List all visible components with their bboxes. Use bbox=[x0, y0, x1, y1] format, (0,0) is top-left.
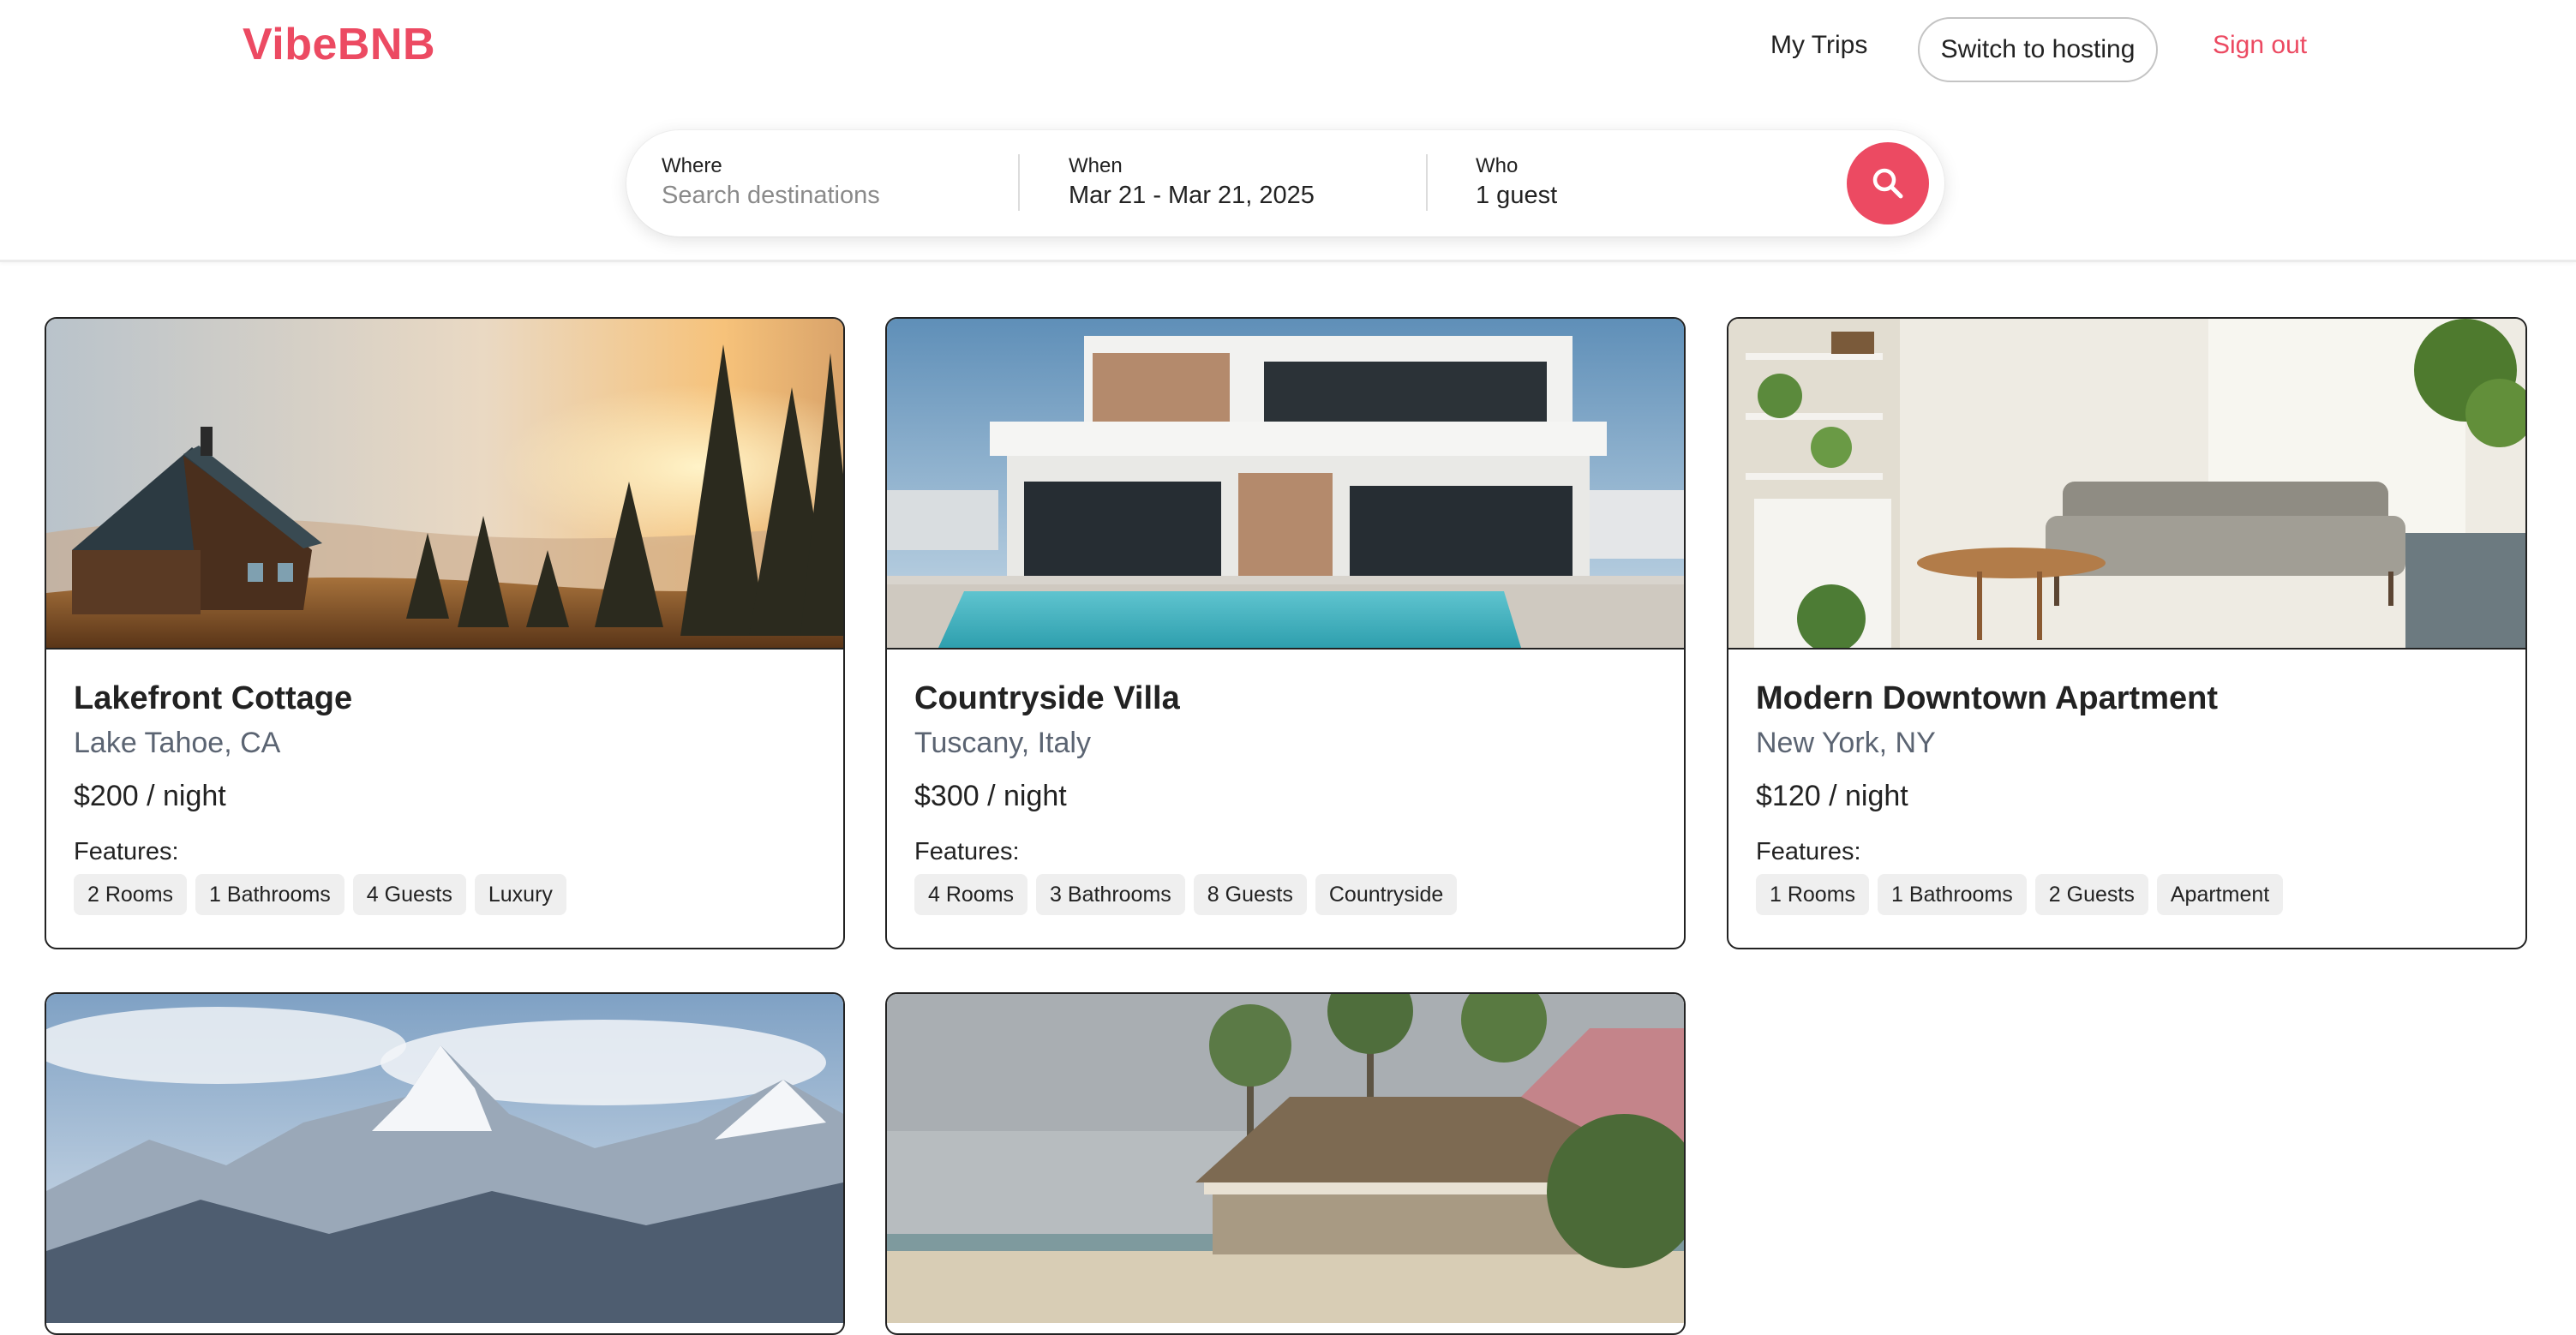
listing-card[interactable] bbox=[45, 992, 845, 1335]
feature-tag: 8 Guests bbox=[1193, 874, 1307, 915]
app-logo[interactable]: VibeBNB bbox=[243, 19, 435, 70]
where-input[interactable]: Search destinations bbox=[662, 182, 880, 210]
listing-location: New York, NY bbox=[1756, 727, 1936, 759]
listing-price: $200 / night bbox=[74, 780, 226, 812]
when-value[interactable]: Mar 21 - Mar 21, 2025 bbox=[1069, 182, 1315, 210]
listing-details: Lakefront Cottage Lake Tahoe, CA $200 / … bbox=[46, 648, 843, 948]
listing-price: $120 / night bbox=[1756, 780, 1908, 812]
feature-tag: 4 Guests bbox=[352, 874, 466, 915]
feature-tag: 1 Bathrooms bbox=[1878, 874, 2027, 915]
feature-tags: 1 Rooms 1 Bathrooms 2 Guests Apartment bbox=[1756, 874, 2284, 915]
listing-location: Lake Tahoe, CA bbox=[74, 727, 281, 759]
listing-title[interactable]: Modern Downtown Apartment bbox=[1756, 680, 2218, 717]
feature-tags: 2 Rooms 1 Bathrooms 4 Guests Luxury bbox=[74, 874, 566, 915]
switch-to-hosting-button[interactable]: Switch to hosting bbox=[1918, 17, 2158, 82]
feature-tag: Countryside bbox=[1315, 874, 1458, 915]
features-label: Features: bbox=[1756, 838, 1861, 865]
feature-tag: 1 Bathrooms bbox=[195, 874, 344, 915]
who-field[interactable]: Who 1 guest bbox=[1476, 130, 1733, 236]
listing-title[interactable]: Countryside Villa bbox=[914, 680, 1180, 717]
features-label: Features: bbox=[914, 838, 1020, 865]
feature-tag: Apartment bbox=[2156, 874, 2284, 915]
listing-card[interactable]: Modern Downtown Apartment New York, NY $… bbox=[1727, 317, 2527, 949]
listing-card[interactable]: Lakefront Cottage Lake Tahoe, CA $200 / … bbox=[45, 317, 845, 949]
living-room-photo[interactable] bbox=[1728, 319, 2525, 648]
top-header: VibeBNB My Trips Switch to hosting Sign … bbox=[0, 0, 2576, 262]
search-bar: Where Search destinations When Mar 21 - … bbox=[626, 130, 1944, 236]
feature-tag: 3 Bathrooms bbox=[1036, 874, 1185, 915]
listing-price: $300 / night bbox=[914, 780, 1067, 812]
feature-tag: Luxury bbox=[474, 874, 566, 915]
where-label: Where bbox=[662, 154, 722, 177]
listing-location: Tuscany, Italy bbox=[914, 727, 1091, 759]
beach-bungalow-photo[interactable] bbox=[887, 994, 1684, 1323]
when-label: When bbox=[1069, 154, 1123, 177]
my-trips-link[interactable]: My Trips bbox=[1770, 31, 1867, 60]
sign-out-link[interactable]: Sign out bbox=[2213, 31, 2307, 60]
feature-tags: 4 Rooms 3 Bathrooms 8 Guests Countryside bbox=[914, 874, 1458, 915]
listing-card[interactable] bbox=[885, 992, 1686, 1335]
listing-details: Countryside Villa Tuscany, Italy $300 / … bbox=[887, 648, 1684, 948]
when-field[interactable]: When Mar 21 - Mar 21, 2025 bbox=[1069, 130, 1411, 236]
search-button[interactable] bbox=[1847, 142, 1929, 224]
modern-villa-with-pool-photo[interactable] bbox=[887, 319, 1684, 648]
search-icon bbox=[1872, 168, 1903, 199]
where-field[interactable]: Where Search destinations bbox=[662, 130, 1004, 236]
listing-details: Modern Downtown Apartment New York, NY $… bbox=[1728, 648, 2525, 948]
listing-title[interactable]: Lakefront Cottage bbox=[74, 680, 352, 717]
feature-tag: 1 Rooms bbox=[1756, 874, 1870, 915]
feature-tag: 2 Guests bbox=[2034, 874, 2148, 915]
who-label: Who bbox=[1476, 154, 1519, 177]
features-label: Features: bbox=[74, 838, 179, 865]
feature-tag: 4 Rooms bbox=[914, 874, 1028, 915]
feature-tag: 2 Rooms bbox=[74, 874, 188, 915]
listing-card[interactable]: Countryside Villa Tuscany, Italy $300 / … bbox=[885, 317, 1686, 949]
search-divider bbox=[1426, 154, 1428, 211]
snowy-mountains-photo[interactable] bbox=[46, 994, 843, 1323]
cabin-at-sunset-photo[interactable] bbox=[46, 319, 843, 648]
search-divider bbox=[1018, 154, 1020, 211]
who-value[interactable]: 1 guest bbox=[1476, 182, 1557, 210]
